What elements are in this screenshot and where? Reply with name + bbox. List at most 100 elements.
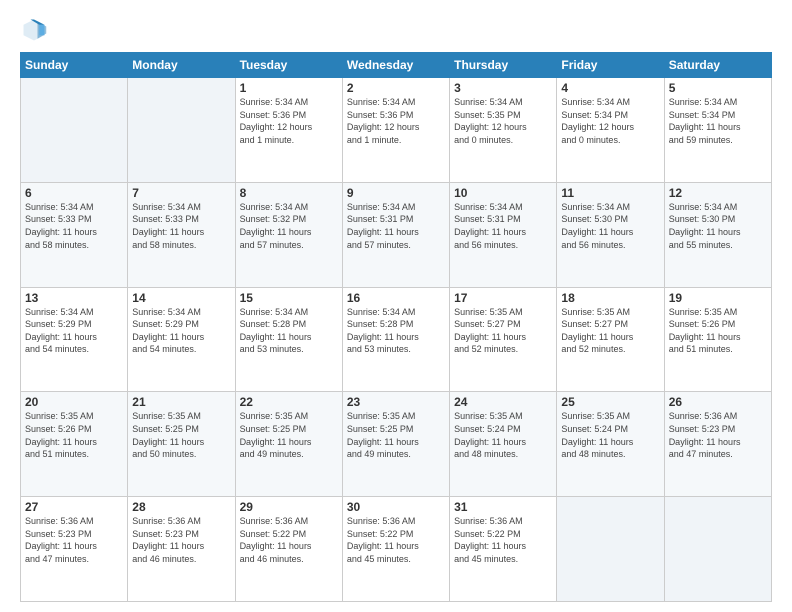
day-info: Sunrise: 5:34 AM Sunset: 5:33 PM Dayligh…: [25, 201, 123, 251]
day-number: 26: [669, 395, 767, 409]
calendar-cell: 22Sunrise: 5:35 AM Sunset: 5:25 PM Dayli…: [235, 392, 342, 497]
logo: [20, 16, 52, 44]
calendar-cell: 29Sunrise: 5:36 AM Sunset: 5:22 PM Dayli…: [235, 497, 342, 602]
day-number: 15: [240, 291, 338, 305]
day-info: Sunrise: 5:35 AM Sunset: 5:25 PM Dayligh…: [347, 410, 445, 460]
calendar-cell: 28Sunrise: 5:36 AM Sunset: 5:23 PM Dayli…: [128, 497, 235, 602]
day-number: 9: [347, 186, 445, 200]
day-number: 28: [132, 500, 230, 514]
day-info: Sunrise: 5:36 AM Sunset: 5:23 PM Dayligh…: [25, 515, 123, 565]
calendar-week-row: 20Sunrise: 5:35 AM Sunset: 5:26 PM Dayli…: [21, 392, 772, 497]
calendar-cell: 16Sunrise: 5:34 AM Sunset: 5:28 PM Dayli…: [342, 287, 449, 392]
day-info: Sunrise: 5:34 AM Sunset: 5:30 PM Dayligh…: [561, 201, 659, 251]
day-number: 27: [25, 500, 123, 514]
day-number: 19: [669, 291, 767, 305]
calendar-cell: 30Sunrise: 5:36 AM Sunset: 5:22 PM Dayli…: [342, 497, 449, 602]
calendar-cell: 6Sunrise: 5:34 AM Sunset: 5:33 PM Daylig…: [21, 182, 128, 287]
calendar-cell: 26Sunrise: 5:36 AM Sunset: 5:23 PM Dayli…: [664, 392, 771, 497]
calendar-cell: 17Sunrise: 5:35 AM Sunset: 5:27 PM Dayli…: [450, 287, 557, 392]
day-number: 11: [561, 186, 659, 200]
calendar-cell: 11Sunrise: 5:34 AM Sunset: 5:30 PM Dayli…: [557, 182, 664, 287]
calendar-cell: 24Sunrise: 5:35 AM Sunset: 5:24 PM Dayli…: [450, 392, 557, 497]
day-info: Sunrise: 5:34 AM Sunset: 5:35 PM Dayligh…: [454, 96, 552, 146]
day-info: Sunrise: 5:35 AM Sunset: 5:24 PM Dayligh…: [454, 410, 552, 460]
day-number: 17: [454, 291, 552, 305]
day-info: Sunrise: 5:34 AM Sunset: 5:34 PM Dayligh…: [669, 96, 767, 146]
day-info: Sunrise: 5:36 AM Sunset: 5:23 PM Dayligh…: [669, 410, 767, 460]
day-info: Sunrise: 5:35 AM Sunset: 5:25 PM Dayligh…: [132, 410, 230, 460]
day-number: 22: [240, 395, 338, 409]
day-info: Sunrise: 5:34 AM Sunset: 5:32 PM Dayligh…: [240, 201, 338, 251]
calendar-week-row: 6Sunrise: 5:34 AM Sunset: 5:33 PM Daylig…: [21, 182, 772, 287]
calendar-cell: 10Sunrise: 5:34 AM Sunset: 5:31 PM Dayli…: [450, 182, 557, 287]
calendar-cell: 21Sunrise: 5:35 AM Sunset: 5:25 PM Dayli…: [128, 392, 235, 497]
day-number: 6: [25, 186, 123, 200]
day-number: 20: [25, 395, 123, 409]
calendar-cell: 23Sunrise: 5:35 AM Sunset: 5:25 PM Dayli…: [342, 392, 449, 497]
day-info: Sunrise: 5:34 AM Sunset: 5:28 PM Dayligh…: [347, 306, 445, 356]
day-info: Sunrise: 5:35 AM Sunset: 5:24 PM Dayligh…: [561, 410, 659, 460]
day-number: 21: [132, 395, 230, 409]
calendar-header-monday: Monday: [128, 53, 235, 78]
calendar-cell: [557, 497, 664, 602]
day-number: 31: [454, 500, 552, 514]
day-info: Sunrise: 5:34 AM Sunset: 5:33 PM Dayligh…: [132, 201, 230, 251]
day-info: Sunrise: 5:36 AM Sunset: 5:23 PM Dayligh…: [132, 515, 230, 565]
day-info: Sunrise: 5:35 AM Sunset: 5:27 PM Dayligh…: [454, 306, 552, 356]
calendar-cell: 7Sunrise: 5:34 AM Sunset: 5:33 PM Daylig…: [128, 182, 235, 287]
day-number: 18: [561, 291, 659, 305]
calendar-cell: 14Sunrise: 5:34 AM Sunset: 5:29 PM Dayli…: [128, 287, 235, 392]
calendar-week-row: 1Sunrise: 5:34 AM Sunset: 5:36 PM Daylig…: [21, 78, 772, 183]
calendar-cell: 27Sunrise: 5:36 AM Sunset: 5:23 PM Dayli…: [21, 497, 128, 602]
day-number: 23: [347, 395, 445, 409]
calendar-cell: 4Sunrise: 5:34 AM Sunset: 5:34 PM Daylig…: [557, 78, 664, 183]
day-number: 24: [454, 395, 552, 409]
calendar-header-friday: Friday: [557, 53, 664, 78]
day-number: 10: [454, 186, 552, 200]
calendar-cell: 31Sunrise: 5:36 AM Sunset: 5:22 PM Dayli…: [450, 497, 557, 602]
day-number: 8: [240, 186, 338, 200]
day-info: Sunrise: 5:35 AM Sunset: 5:26 PM Dayligh…: [25, 410, 123, 460]
day-info: Sunrise: 5:35 AM Sunset: 5:25 PM Dayligh…: [240, 410, 338, 460]
day-number: 14: [132, 291, 230, 305]
day-info: Sunrise: 5:36 AM Sunset: 5:22 PM Dayligh…: [347, 515, 445, 565]
calendar-cell: 25Sunrise: 5:35 AM Sunset: 5:24 PM Dayli…: [557, 392, 664, 497]
calendar-cell: 18Sunrise: 5:35 AM Sunset: 5:27 PM Dayli…: [557, 287, 664, 392]
calendar-cell: 19Sunrise: 5:35 AM Sunset: 5:26 PM Dayli…: [664, 287, 771, 392]
calendar-header-sunday: Sunday: [21, 53, 128, 78]
day-number: 4: [561, 81, 659, 95]
day-number: 3: [454, 81, 552, 95]
day-info: Sunrise: 5:35 AM Sunset: 5:26 PM Dayligh…: [669, 306, 767, 356]
calendar-cell: [128, 78, 235, 183]
day-info: Sunrise: 5:36 AM Sunset: 5:22 PM Dayligh…: [454, 515, 552, 565]
calendar-cell: 5Sunrise: 5:34 AM Sunset: 5:34 PM Daylig…: [664, 78, 771, 183]
page: SundayMondayTuesdayWednesdayThursdayFrid…: [0, 0, 792, 612]
calendar-cell: 9Sunrise: 5:34 AM Sunset: 5:31 PM Daylig…: [342, 182, 449, 287]
day-info: Sunrise: 5:34 AM Sunset: 5:36 PM Dayligh…: [240, 96, 338, 146]
calendar-header-wednesday: Wednesday: [342, 53, 449, 78]
calendar-cell: [664, 497, 771, 602]
calendar-cell: 3Sunrise: 5:34 AM Sunset: 5:35 PM Daylig…: [450, 78, 557, 183]
day-info: Sunrise: 5:34 AM Sunset: 5:29 PM Dayligh…: [25, 306, 123, 356]
day-number: 1: [240, 81, 338, 95]
day-number: 16: [347, 291, 445, 305]
calendar-cell: 2Sunrise: 5:34 AM Sunset: 5:36 PM Daylig…: [342, 78, 449, 183]
day-info: Sunrise: 5:34 AM Sunset: 5:31 PM Dayligh…: [454, 201, 552, 251]
day-number: 12: [669, 186, 767, 200]
calendar-header-tuesday: Tuesday: [235, 53, 342, 78]
day-number: 5: [669, 81, 767, 95]
calendar-cell: 20Sunrise: 5:35 AM Sunset: 5:26 PM Dayli…: [21, 392, 128, 497]
calendar-header-saturday: Saturday: [664, 53, 771, 78]
calendar-cell: 13Sunrise: 5:34 AM Sunset: 5:29 PM Dayli…: [21, 287, 128, 392]
day-number: 29: [240, 500, 338, 514]
calendar-week-row: 27Sunrise: 5:36 AM Sunset: 5:23 PM Dayli…: [21, 497, 772, 602]
day-info: Sunrise: 5:34 AM Sunset: 5:34 PM Dayligh…: [561, 96, 659, 146]
calendar-cell: [21, 78, 128, 183]
calendar-cell: 12Sunrise: 5:34 AM Sunset: 5:30 PM Dayli…: [664, 182, 771, 287]
calendar-header-thursday: Thursday: [450, 53, 557, 78]
day-info: Sunrise: 5:35 AM Sunset: 5:27 PM Dayligh…: [561, 306, 659, 356]
day-info: Sunrise: 5:36 AM Sunset: 5:22 PM Dayligh…: [240, 515, 338, 565]
day-number: 13: [25, 291, 123, 305]
day-info: Sunrise: 5:34 AM Sunset: 5:31 PM Dayligh…: [347, 201, 445, 251]
day-number: 7: [132, 186, 230, 200]
